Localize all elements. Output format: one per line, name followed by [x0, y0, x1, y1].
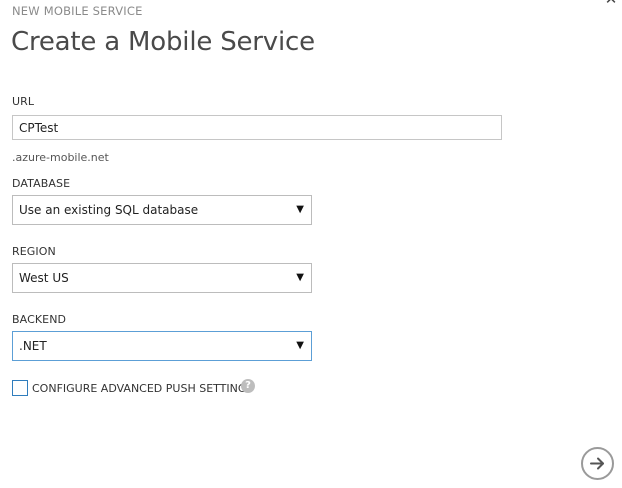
- wizard-step-label: NEW MOBILE SERVICE: [12, 4, 143, 18]
- next-button[interactable]: [581, 447, 614, 480]
- help-icon[interactable]: ?: [241, 379, 255, 393]
- backend-select[interactable]: .NET ▼: [12, 331, 312, 361]
- region-label: REGION: [12, 245, 56, 258]
- chevron-down-icon: ▼: [296, 272, 304, 283]
- backend-select-value: .NET: [19, 339, 47, 353]
- region-select[interactable]: West US ▼: [12, 263, 312, 293]
- database-select[interactable]: Use an existing SQL database ▼: [12, 195, 312, 225]
- backend-label: BACKEND: [12, 313, 67, 326]
- arrow-right-icon: [590, 457, 604, 470]
- chevron-down-icon: ▼: [296, 204, 304, 215]
- page-title: Create a Mobile Service: [11, 27, 315, 57]
- url-label: URL: [12, 95, 35, 108]
- push-settings-label[interactable]: CONFIGURE ADVANCED PUSH SETTINGS: [32, 382, 253, 395]
- url-input[interactable]: [12, 115, 502, 140]
- region-select-value: West US: [19, 271, 69, 285]
- database-label: DATABASE: [12, 177, 71, 190]
- url-suffix: .azure-mobile.net: [12, 151, 109, 164]
- push-settings-checkbox[interactable]: [12, 380, 28, 396]
- database-select-value: Use an existing SQL database: [19, 203, 199, 217]
- close-icon[interactable]: ✕: [604, 0, 618, 7]
- chevron-down-icon: ▼: [296, 340, 304, 351]
